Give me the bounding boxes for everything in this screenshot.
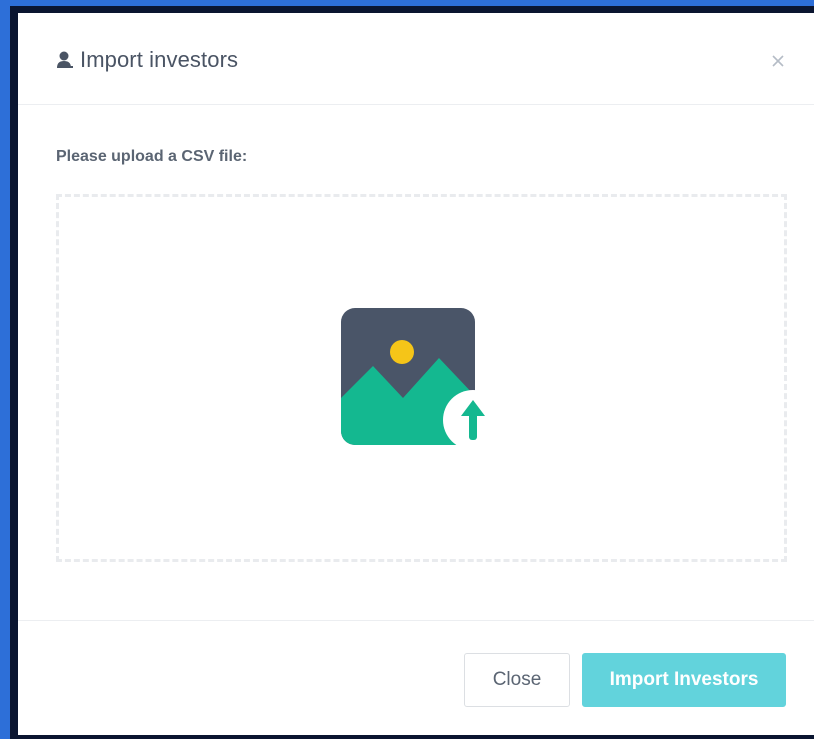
modal-title-group: Import investors: [56, 47, 238, 73]
image-upload-icon: [341, 308, 501, 450]
import-investors-modal: Import investors Please upload a CSV fil…: [18, 13, 814, 735]
close-icon[interactable]: [770, 53, 786, 69]
file-dropzone[interactable]: [56, 194, 787, 562]
close-button[interactable]: Close: [464, 653, 570, 707]
modal-title: Import investors: [80, 47, 239, 72]
upload-instruction-label: Please upload a CSV file:: [56, 148, 248, 165]
user-icon: [57, 51, 73, 68]
import-investors-button[interactable]: Import Investors: [582, 653, 786, 707]
modal-footer: Close Import Investors: [18, 620, 814, 735]
modal-header: Import investors: [18, 13, 814, 105]
